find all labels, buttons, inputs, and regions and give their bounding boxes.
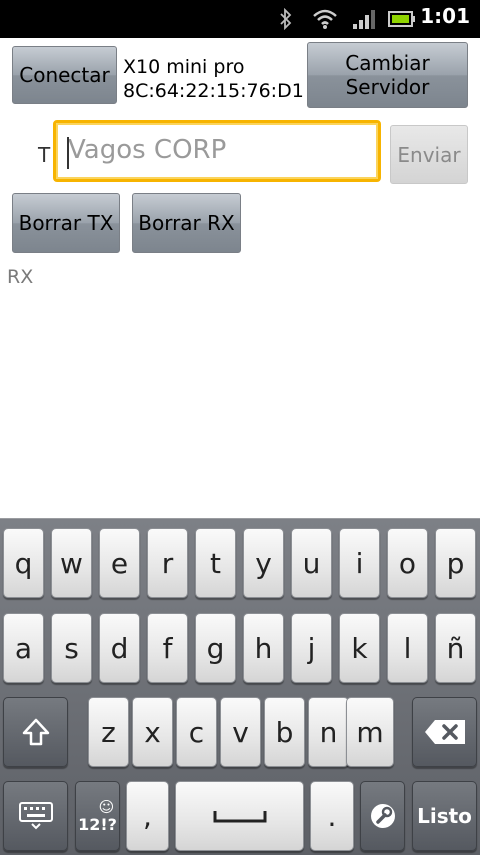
wifi-icon [313,9,337,29]
key-label: n [319,715,338,749]
bluetooth-icon [280,8,292,30]
connect-button[interactable]: Conectar [12,46,117,104]
message-placeholder: Vagos CORP [68,135,227,165]
key-i[interactable]: i [339,528,380,598]
key-label: t [210,546,221,580]
key-label: h [254,631,273,665]
key-l[interactable]: l [387,613,428,683]
key-n[interactable]: n [308,697,349,767]
key-g[interactable]: g [195,613,236,683]
comma-key[interactable]: , [126,781,169,851]
key-label: . [327,799,337,833]
key-label: m [356,715,384,749]
key-n-tilde[interactable]: ñ [435,613,476,683]
key-label: w [60,546,83,580]
wrench-icon [370,804,395,828]
key-v[interactable]: v [220,697,261,767]
tools-key[interactable] [360,781,405,851]
key-m[interactable]: m [346,697,394,767]
rx-label: RX [7,266,34,288]
key-c[interactable]: c [176,697,217,767]
key-s[interactable]: s [51,613,92,683]
key-o[interactable]: o [387,528,428,598]
device-name: X10 mini pro [123,56,245,78]
signal-icon [353,10,375,29]
key-b[interactable]: b [264,697,305,767]
shift-icon [22,718,49,746]
key-label: ñ [446,631,465,665]
key-label: u [302,546,321,580]
device-info: X10 mini pro 8C:64:22:15:76:D1 [123,55,304,103]
change-server-label-line2: Servidor [345,75,430,99]
shift-key[interactable] [3,697,68,767]
key-label: v [232,715,249,749]
key-y[interactable]: y [243,528,284,598]
symbols-key[interactable]: ☺ 12!? [75,781,120,851]
period-key[interactable]: . [310,781,354,851]
key-label: x [144,715,161,749]
key-f[interactable]: f [147,613,188,683]
key-label: q [14,546,33,580]
key-h[interactable]: h [243,613,284,683]
done-key-label: Listo [417,804,472,828]
keyboard-icon [18,802,53,830]
key-label: s [64,631,79,665]
status-time: 1:01 [420,4,470,28]
key-label: j [307,631,316,665]
connect-button-label: Conectar [19,63,110,87]
text-cursor [67,137,69,169]
done-key[interactable]: Listo [412,781,477,851]
key-label: i [355,546,364,580]
key-u[interactable]: u [291,528,332,598]
key-label: a [14,631,33,665]
space-key[interactable] [175,781,304,851]
send-button[interactable]: Enviar [390,125,468,184]
key-x[interactable]: x [132,697,173,767]
key-t[interactable]: t [195,528,236,598]
send-button-label: Enviar [397,142,461,167]
keyboard-settings-key[interactable] [3,781,68,851]
soft-keyboard: q w e r t y u i o p a s d f g h j k l ñ … [0,518,480,855]
clear-tx-label: Borrar TX [18,211,114,235]
key-k[interactable]: k [339,613,380,683]
key-e[interactable]: e [99,528,140,598]
key-label: , [143,799,152,833]
status-bar: 1:01 [0,0,480,38]
key-label: z [101,715,116,749]
space-icon [213,811,266,823]
key-label: d [110,631,129,665]
key-q[interactable]: q [3,528,44,598]
key-label: y [255,546,272,580]
symbols-key-label: 12!? [78,814,117,834]
key-label: k [351,631,368,665]
key-w[interactable]: w [51,528,92,598]
key-z[interactable]: z [88,697,129,767]
backspace-icon [424,720,465,744]
key-label: g [206,631,225,665]
change-server-label-line1: Cambiar [345,51,430,75]
key-label: o [398,546,417,580]
key-p[interactable]: p [435,528,476,598]
key-j[interactable]: j [291,613,332,683]
tx-label: T [38,143,51,167]
battery-icon [388,11,415,27]
key-label: r [161,546,174,580]
clear-tx-button[interactable]: Borrar TX [12,193,120,253]
key-label: b [275,715,294,749]
key-a[interactable]: a [3,613,44,683]
key-label: p [446,546,465,580]
key-label: l [403,631,412,665]
backspace-key[interactable] [412,697,477,767]
message-input[interactable]: Vagos CORP [53,120,381,182]
clear-rx-label: Borrar RX [138,211,235,235]
change-server-button[interactable]: Cambiar Servidor [307,42,468,108]
key-label: f [162,631,173,665]
device-address: 8C:64:22:15:76:D1 [123,80,304,102]
smiley-icon: ☺ [98,797,115,816]
key-r[interactable]: r [147,528,188,598]
key-d[interactable]: d [99,613,140,683]
clear-rx-button[interactable]: Borrar RX [132,193,241,253]
key-label: e [110,546,129,580]
key-label: c [188,715,205,749]
